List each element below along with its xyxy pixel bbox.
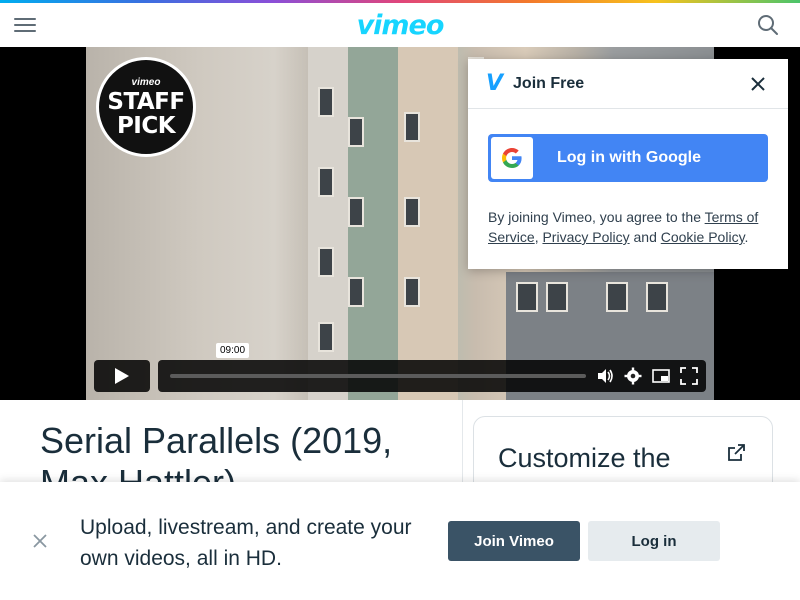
- vimeo-v-icon: V: [486, 70, 504, 96]
- staff-pick-badge: vimeo STAFF PICK: [96, 57, 196, 157]
- menu-icon[interactable]: [14, 15, 36, 35]
- join-free-popup: V Join Free Log in with Google By joinin…: [468, 59, 788, 269]
- picture-in-picture-icon[interactable]: [652, 367, 670, 385]
- external-link-icon[interactable]: [726, 443, 746, 463]
- join-legal-text: By joining Vimeo, you agree to the Terms…: [488, 207, 773, 247]
- banner-message: Upload, livestream, and create your own …: [80, 516, 412, 570]
- player-controls: 09:00: [94, 343, 706, 392]
- progress-bar[interactable]: [170, 374, 586, 378]
- join-popup-title: Join Free: [513, 74, 585, 92]
- join-popup-header: V Join Free: [468, 59, 788, 109]
- cookie-policy-link[interactable]: Cookie Policy: [661, 229, 745, 245]
- control-bar: 09:00: [158, 343, 706, 392]
- google-login-label: Log in with Google: [557, 149, 701, 166]
- settings-icon[interactable]: [624, 367, 642, 385]
- play-button[interactable]: [94, 360, 150, 392]
- customize-card-title: Customize the: [498, 443, 671, 473]
- staff-pick-line1: STAFF: [107, 88, 185, 115]
- legal-separator-2: and: [629, 229, 661, 245]
- fullscreen-icon[interactable]: [680, 367, 698, 385]
- staff-pick-brand: vimeo: [131, 76, 161, 88]
- legal-suffix: .: [744, 229, 749, 245]
- top-navigation-bar: vimeo: [0, 3, 800, 47]
- content-divider: [462, 400, 463, 490]
- staff-pick-line2: PICK: [116, 112, 176, 139]
- volume-icon[interactable]: [596, 367, 614, 385]
- google-icon: [491, 137, 533, 179]
- close-icon[interactable]: [750, 76, 766, 92]
- signup-banner: Upload, livestream, and create your own …: [0, 482, 800, 600]
- banner-close-icon[interactable]: [32, 533, 48, 549]
- legal-prefix: By joining Vimeo, you agree to the: [488, 209, 705, 225]
- google-login-button[interactable]: Log in with Google: [488, 134, 768, 182]
- join-vimeo-button[interactable]: Join Vimeo: [448, 521, 580, 561]
- search-icon[interactable]: [756, 13, 780, 37]
- privacy-policy-link[interactable]: Privacy Policy: [542, 229, 629, 245]
- vimeo-logo[interactable]: vimeo: [357, 12, 445, 39]
- log-in-button[interactable]: Log in: [588, 521, 720, 561]
- time-tooltip: 09:00: [216, 343, 250, 358]
- play-icon: [115, 368, 129, 384]
